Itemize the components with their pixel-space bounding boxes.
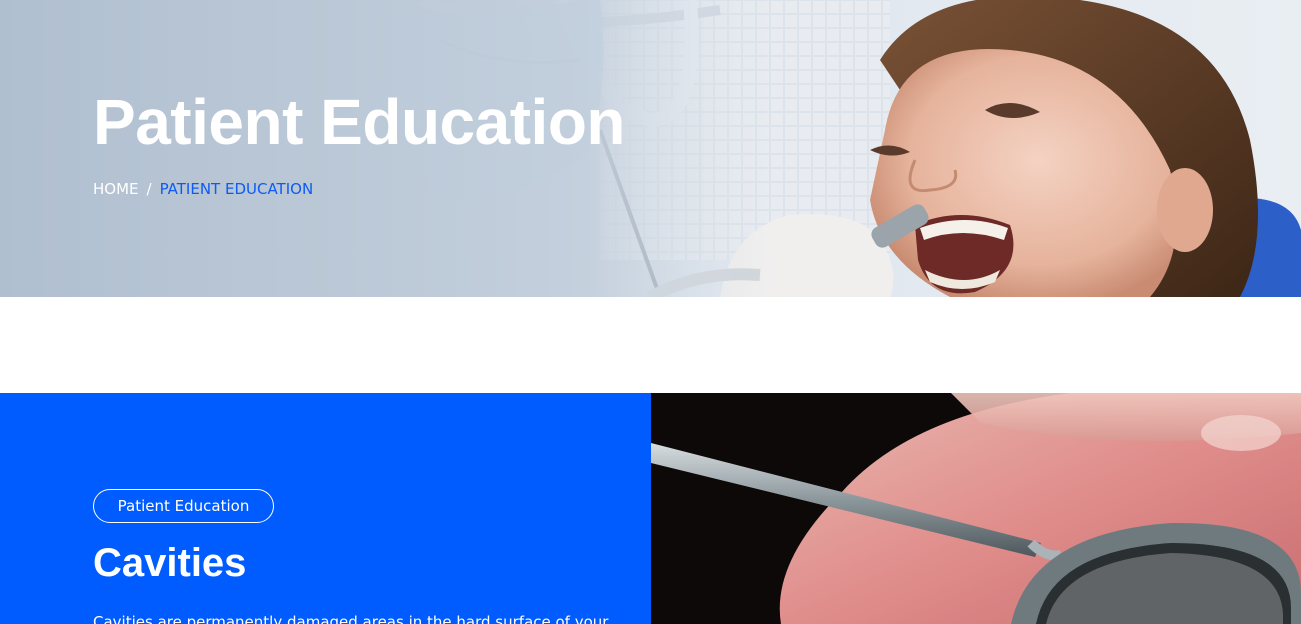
page-title: Patient Education	[93, 86, 626, 158]
cavities-section: Patient Education Cavities Cavities are …	[0, 393, 1301, 624]
category-badge: Patient Education	[93, 489, 274, 523]
breadcrumb: HOME / PATIENT EDUCATION	[93, 179, 313, 199]
breadcrumb-home-link[interactable]: HOME	[93, 180, 139, 198]
feature-text-panel: Patient Education Cavities Cavities are …	[0, 393, 651, 624]
feature-photo	[651, 393, 1301, 624]
section-heading: Cavities	[93, 541, 247, 585]
breadcrumb-separator: /	[146, 180, 152, 198]
section-paragraph: Cavities are permanently damaged areas i…	[93, 613, 609, 624]
page-hero: Patient Education HOME / PATIENT EDUCATION	[0, 0, 1301, 297]
breadcrumb-current: PATIENT EDUCATION	[159, 180, 314, 198]
dental-instruments-image	[651, 393, 1301, 624]
